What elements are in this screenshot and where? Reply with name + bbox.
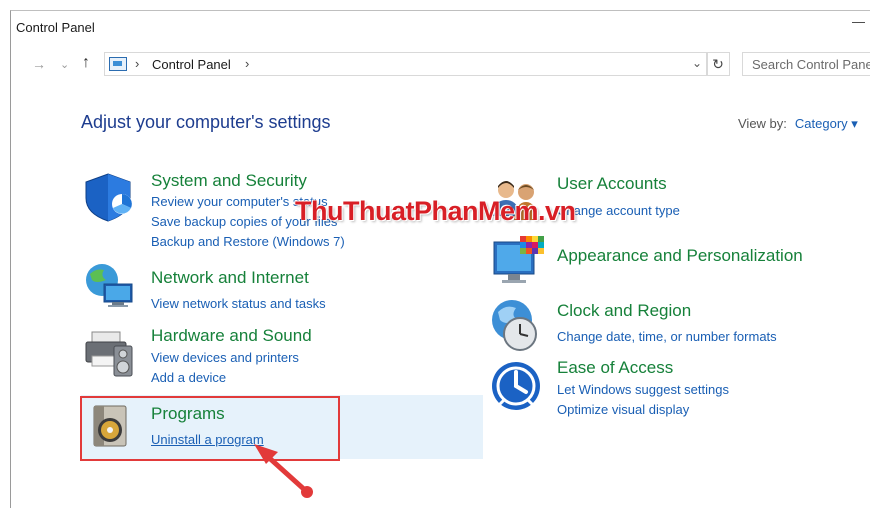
system-and-security-title[interactable]: System and Security [151, 171, 307, 191]
back-arrow-icon[interactable]: → [32, 56, 46, 72]
refresh-icon: ↻ [712, 56, 724, 72]
breadcrumb-separator[interactable]: › [135, 56, 139, 71]
breadcrumb-separator-icon[interactable]: › [245, 56, 249, 71]
user-accounts-title[interactable]: User Accounts [557, 174, 667, 194]
search-input[interactable]: Search Control Panel [742, 52, 870, 76]
backup-restore-link[interactable]: Backup and Restore (Windows 7) [151, 234, 345, 249]
add-device-link[interactable]: Add a device [151, 370, 226, 385]
hardware-and-sound-title[interactable]: Hardware and Sound [151, 326, 312, 346]
network-status-link[interactable]: View network status and tasks [151, 296, 326, 311]
page-title: Adjust your computer's settings [81, 112, 331, 132]
view-devices-link[interactable]: View devices and printers [151, 350, 299, 365]
refresh-button[interactable]: ↻ [706, 52, 730, 76]
clock-globe-icon [492, 300, 537, 351]
address-bar[interactable]: › Control Panel › [104, 52, 708, 76]
clock-and-region-title[interactable]: Clock and Region [557, 301, 691, 321]
network-globe-icon [86, 264, 133, 307]
view-by-dropdown[interactable]: Category ▾ [795, 116, 858, 131]
printer-speaker-icon [85, 331, 133, 377]
address-dropdown-icon[interactable]: ⌄ [692, 56, 702, 70]
view-by-label: View by: [738, 116, 787, 131]
control-panel-icon [109, 57, 127, 71]
appearance-personalization-title[interactable]: Appearance and Personalization [557, 246, 803, 266]
breadcrumb-control-panel[interactable]: Control Panel [152, 57, 231, 72]
change-date-time-link[interactable]: Change date, time, or number formats [557, 329, 777, 344]
minimize-button[interactable]: — [852, 14, 865, 29]
view-by: View by: Category ▾ [738, 116, 858, 132]
network-and-internet-title[interactable]: Network and Internet [151, 268, 309, 288]
window-title: Control Panel [16, 20, 95, 35]
optimize-visual-display-link[interactable]: Optimize visual display [557, 402, 689, 417]
recent-dropdown-icon[interactable]: ⌄ [60, 58, 69, 71]
ease-of-access-icon [492, 362, 540, 410]
shield-icon [85, 173, 132, 222]
up-arrow-icon[interactable]: ↑ [82, 54, 90, 72]
annotation-highlight-box [80, 396, 340, 461]
watermark-logo: ThuThuatPhanMem.vn [295, 196, 576, 226]
windows-suggest-settings-link[interactable]: Let Windows suggest settings [557, 382, 729, 397]
appearance-monitor-icon [493, 236, 544, 283]
ease-of-access-title[interactable]: Ease of Access [557, 358, 673, 378]
